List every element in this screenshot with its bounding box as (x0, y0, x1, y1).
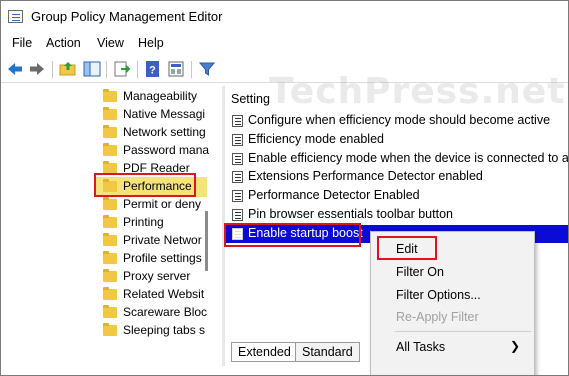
setting-label: Pin browser essentials toolbar button (248, 207, 453, 221)
tree-item-label: Private Networ (123, 233, 202, 247)
highlight-box-startup-boost (224, 223, 361, 247)
toolbar-separator (191, 61, 192, 78)
tree-item-label: Sleeping tabs s (123, 323, 206, 337)
tree-item-private-network[interactable]: Private Networ (87, 232, 221, 250)
context-menu-label: Filter On (396, 265, 444, 279)
tree-item-native-messaging[interactable]: Native Messagi (87, 106, 221, 124)
context-menu-label: Filter Options... (396, 288, 481, 302)
tree-item-permit-or-deny[interactable]: Permit or deny (87, 196, 221, 214)
folder-icon (103, 305, 117, 318)
setting-label: Extensions Performance Detector enabled (248, 169, 483, 183)
setting-row[interactable]: Extensions Performance Detector enabled (225, 168, 568, 186)
tree-item-label: Native Messagi (123, 107, 206, 121)
context-menu-all-tasks[interactable]: All Tasks ❯ (371, 336, 534, 358)
properties-icon[interactable] (167, 60, 185, 78)
tree-item-sleeping-tabs[interactable]: Sleeping tabs s (87, 322, 221, 340)
folder-icon (103, 323, 117, 336)
context-menu-label: All Tasks (396, 340, 446, 354)
setting-row[interactable]: Pin browser essentials toolbar button (225, 206, 568, 224)
highlight-box-edit (377, 236, 437, 260)
tree-item-label: Profile settings (123, 251, 202, 265)
folder-icon (103, 233, 117, 246)
tree-item-network-settings[interactable]: Network setting (87, 124, 221, 142)
title-bar: Group Policy Management Editor (1, 1, 568, 33)
setting-label: Performance Detector Enabled (248, 188, 420, 202)
setting-row[interactable]: Efficiency mode enabled (225, 131, 568, 149)
tab-extended[interactable]: Extended (231, 342, 298, 362)
tree-item-label: Network setting (123, 125, 206, 139)
tree-item-label: Password mana (123, 143, 210, 157)
context-menu-separator (395, 331, 531, 332)
setting-label: Efficiency mode enabled (248, 132, 384, 146)
folder-icon (103, 143, 117, 156)
filter-icon[interactable] (198, 60, 216, 78)
menu-help[interactable]: Help (138, 36, 164, 50)
tree-item-profile-settings[interactable]: Profile settings (87, 250, 221, 268)
back-icon[interactable] (6, 60, 24, 78)
export-list-icon[interactable] (113, 60, 131, 78)
folder-icon (103, 89, 117, 102)
gpme-window: Group Policy Management Editor File Acti… (0, 0, 569, 376)
help-icon[interactable]: ? (144, 60, 162, 78)
tree-item-manageability[interactable]: Manageability (87, 88, 221, 106)
tree-item-related-website[interactable]: Related Websit (87, 286, 221, 304)
context-menu-reapply-filter: Re-Apply Filter (371, 306, 534, 328)
svg-text:?: ? (149, 65, 156, 77)
tree-item-label: Proxy server (123, 269, 191, 283)
tree-item-label: Related Websit (123, 287, 205, 301)
menu-view[interactable]: View (97, 36, 124, 50)
context-menu-filter-options[interactable]: Filter Options... (371, 284, 534, 306)
tree-item-label: Scareware Bloc (123, 305, 208, 319)
toolbar-separator (106, 61, 107, 78)
tree-item-proxy-server[interactable]: Proxy server (87, 268, 221, 286)
window-title: Group Policy Management Editor (31, 9, 223, 24)
tree-scrollbar[interactable] (205, 211, 208, 271)
column-header-setting[interactable]: Setting (231, 92, 270, 106)
setting-label: Enable efficiency mode when the device i… (248, 151, 568, 165)
chevron-right-icon: ❯ (509, 339, 520, 353)
highlight-box-performance (94, 173, 196, 197)
toolbar-separator (52, 61, 53, 78)
folder-icon (103, 269, 117, 282)
up-folder-icon[interactable] (59, 60, 77, 78)
folder-icon (103, 125, 117, 138)
policy-setting-icon (232, 171, 243, 183)
policy-setting-icon (232, 134, 243, 146)
folder-icon (103, 287, 117, 300)
policy-tree[interactable]: Manageability Native Messagi Network set… (87, 86, 221, 366)
menu-file[interactable]: File (12, 36, 32, 50)
policy-setting-icon (232, 153, 243, 165)
app-icon (8, 10, 23, 23)
folder-icon (103, 197, 117, 210)
setting-label: Configure when efficiency mode should be… (248, 113, 551, 127)
setting-row[interactable]: Configure when efficiency mode should be… (225, 112, 568, 130)
setting-row[interactable]: Enable efficiency mode when the device i… (225, 150, 568, 168)
tree-item-label: Printing (123, 215, 164, 229)
policy-setting-icon (232, 115, 243, 127)
tree-item-label: Permit or deny (123, 197, 202, 211)
folder-icon (103, 215, 117, 228)
policy-setting-icon (232, 190, 243, 202)
view-tabs: Extended Standard (227, 342, 367, 364)
menu-bar: File Action View Help (1, 33, 568, 55)
context-menu-label: Re-Apply Filter (396, 310, 479, 324)
toolbar-separator (137, 61, 138, 78)
tree-item-password-manager[interactable]: Password mana (87, 142, 221, 160)
tree-item-label: Manageability (123, 89, 198, 103)
tree-item-printing[interactable]: Printing (87, 214, 221, 232)
folder-icon (103, 251, 117, 264)
show-hide-tree-icon[interactable] (83, 60, 101, 78)
forward-icon[interactable] (28, 60, 46, 78)
folder-icon (103, 107, 117, 120)
setting-row[interactable]: Performance Detector Enabled (225, 187, 568, 205)
context-menu-filter-on[interactable]: Filter On (371, 261, 534, 283)
tab-standard[interactable]: Standard (295, 342, 360, 362)
tree-item-scareware-blocker[interactable]: Scareware Bloc (87, 304, 221, 322)
menu-action[interactable]: Action (46, 36, 81, 50)
policy-setting-icon (232, 209, 243, 221)
